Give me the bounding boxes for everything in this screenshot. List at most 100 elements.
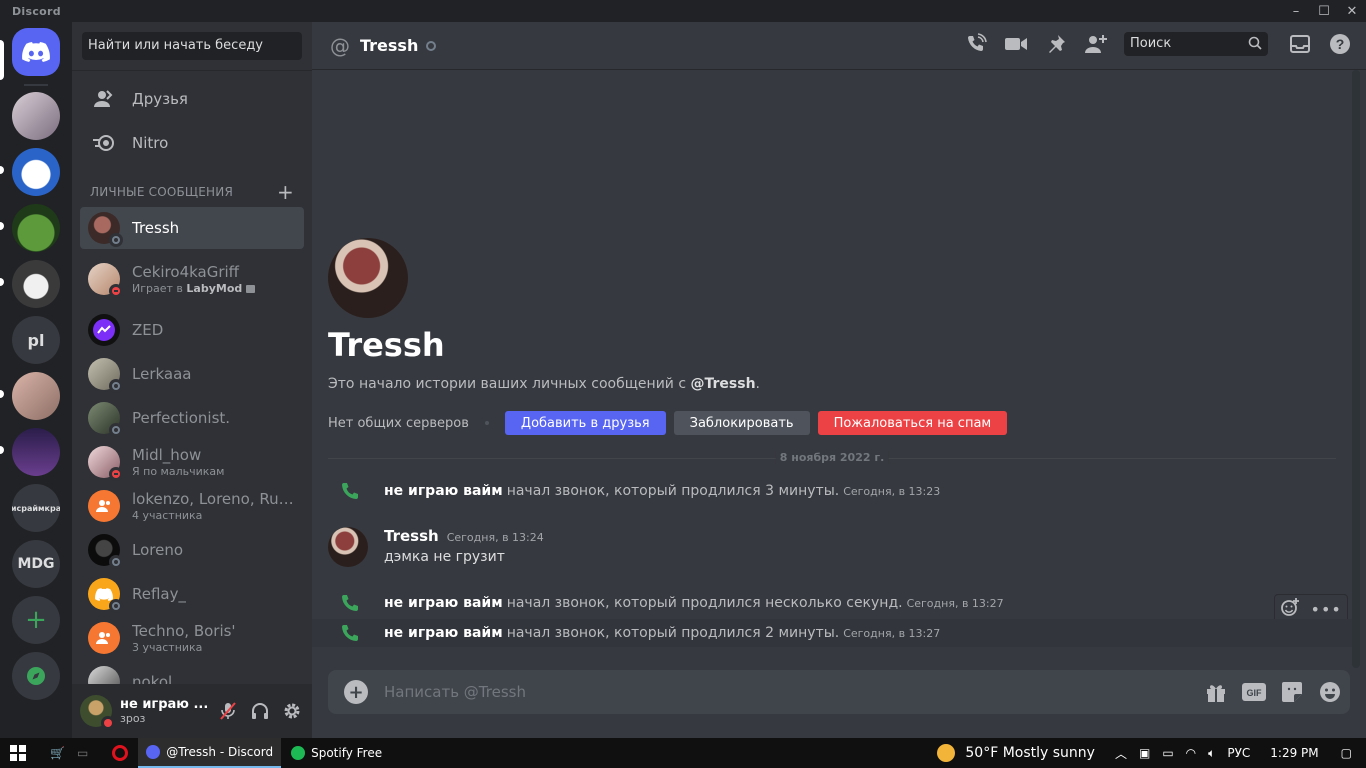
group-icon [96,632,110,644]
plus-icon: + [25,605,47,635]
close-icon[interactable]: ✕ [1338,0,1366,22]
mute-mic-icon[interactable] [216,697,240,725]
sticker-icon[interactable] [1280,680,1304,704]
dm-item-loreno[interactable]: Loreno [80,529,304,571]
server-icon-2[interactable] [12,148,60,196]
dm-status-text: Я по мальчикам [132,465,225,478]
server-icon-mdg[interactable]: MDG [12,540,60,588]
more-options-icon[interactable]: ••• [1311,600,1342,619]
clock[interactable]: 1:29 PM [1270,746,1318,760]
store-icon[interactable]: 🛒 [50,746,65,760]
dm-member-count: 4 участника [132,509,203,522]
weather-icon [937,744,956,762]
volume-icon[interactable]: 🔈︎ [1208,746,1215,761]
dm-name: Lerkaaa [132,365,192,383]
add-server-button[interactable]: + [12,596,60,644]
start-button[interactable] [0,738,36,768]
activity-icon [245,285,255,293]
message-input[interactable]: Написать @Tressh [384,683,526,701]
dm-name: Loreno [132,541,184,559]
server-icon-1[interactable] [12,92,60,140]
svg-text:?: ? [1336,36,1345,52]
message-text: дэмка не грузит [384,549,505,565]
home-button[interactable] [12,28,60,76]
dm-item-group-lokenzo[interactable]: lokenzo, Loreno, RuNe... 4 участника [80,485,304,527]
gif-icon[interactable]: GIF [1242,680,1266,704]
call-timestamp: Сегодня, в 13:27 [843,626,941,640]
nav-friends[interactable]: Друзья [80,78,304,120]
voice-call-icon[interactable] [964,32,988,56]
weather-text[interactable]: 50°F Mostly sunny [965,745,1095,761]
message-avatar[interactable] [328,527,368,567]
headphones-icon[interactable] [248,697,272,725]
server-icon-pl[interactable]: pl [12,316,60,364]
dm-name: Reflay_ [132,585,186,603]
add-reaction-icon[interactable] [1280,597,1300,621]
dm-item-cekiro4kagriff[interactable]: Cekiro4kaGriff Играет в LabyMod [80,258,304,300]
pin-icon[interactable] [1044,32,1068,56]
offline-status-icon [426,40,437,51]
language-indicator[interactable]: РУС [1227,746,1250,760]
dm-item-zed[interactable]: ZED [80,309,304,351]
help-icon[interactable]: ? [1328,32,1352,56]
nav-nitro[interactable]: Nitro [80,122,304,164]
server-icon-israimkra[interactable]: исраймкра [12,484,60,532]
nitro-icon [92,131,116,155]
gift-icon[interactable] [1204,680,1228,704]
create-dm-plus-icon[interactable]: + [277,182,294,202]
server-icon-4[interactable] [12,260,60,308]
messenger-icon [93,319,115,341]
discord-taskbar-icon [146,745,161,759]
server-icon-7[interactable] [12,428,60,476]
windows-taskbar: 🛒 ▭ @Tressh - Discord Spotify Free 50°F … [0,738,1366,768]
call-text: начал звонок, который продлился 2 минуты… [506,625,840,641]
tray-chevron-up-icon[interactable]: ︿ [1115,745,1127,762]
inbox-icon[interactable] [1288,32,1312,56]
battery-icon[interactable]: ▭ [1162,746,1173,760]
dm-section-header: ЛИЧНЫЕ СООБЩЕНИЯ + [90,182,294,202]
taskbar-app-spotify[interactable]: Spotify Free [283,738,390,768]
server-icon-3[interactable] [12,204,60,252]
chat-title: Tressh [360,36,419,55]
chat-scrollbar[interactable] [1352,70,1360,668]
report-spam-button[interactable]: Пожаловаться на спам [817,411,1008,435]
message-author[interactable]: Tressh [384,527,439,545]
chat-area: @ Tressh Поиск ? Tressh Это начало истор… [312,22,1366,738]
add-friend-button[interactable]: Добавить в друзья [504,411,666,435]
dm-item-perfectionist[interactable]: Perfectionist. [80,397,304,439]
call-author[interactable]: не играю вайм [384,625,503,641]
explore-servers-button[interactable] [12,652,60,700]
server-icon-6[interactable] [12,372,60,420]
friends-icon [92,87,116,111]
call-author[interactable]: не играю вайм [384,595,503,611]
emoji-icon[interactable] [1318,680,1342,704]
minimize-icon[interactable]: – [1282,0,1310,22]
title-bar: Discord – ☐ ✕ [0,0,1366,22]
add-member-icon[interactable] [1084,32,1108,56]
notifications-icon[interactable]: ▢ [1341,746,1352,760]
call-author[interactable]: не играю вайм [384,483,503,499]
desktop-icon[interactable]: ▭ [77,746,88,760]
upload-plus-icon[interactable]: + [344,680,368,704]
dm-item-midl-how[interactable]: Midl_how Я по мальчикам [80,441,304,483]
dm-name: Tressh [132,219,180,237]
avatar[interactable] [80,695,115,730]
settings-gear-icon[interactable] [280,697,304,725]
search-input[interactable]: Поиск [1124,32,1268,56]
dm-item-lerkaaa[interactable]: Lerkaaa [80,353,304,395]
tray-app-icon[interactable]: ▣ [1139,746,1150,760]
dm-item-reflay[interactable]: Reflay_ [80,573,304,615]
dm-item-tressh[interactable]: Tressh [80,207,304,249]
svg-text:GIF: GIF [1247,688,1263,698]
opera-icon[interactable] [112,745,129,761]
nav-friends-label: Друзья [132,90,188,108]
taskbar-app-discord[interactable]: @Tressh - Discord [138,738,282,768]
block-button[interactable]: Заблокировать [673,411,810,435]
video-call-icon[interactable] [1004,32,1028,56]
find-conversation-button[interactable]: Найти или начать беседу [82,32,302,60]
search-placeholder: Поиск [1130,36,1172,51]
dm-item-group-techno[interactable]: Techno, Boris' 3 участника [80,617,304,659]
wifi-icon[interactable]: ◠ [1186,746,1196,760]
maximize-icon[interactable]: ☐ [1310,0,1338,22]
message-timestamp: Сегодня, в 13:24 [446,531,544,544]
